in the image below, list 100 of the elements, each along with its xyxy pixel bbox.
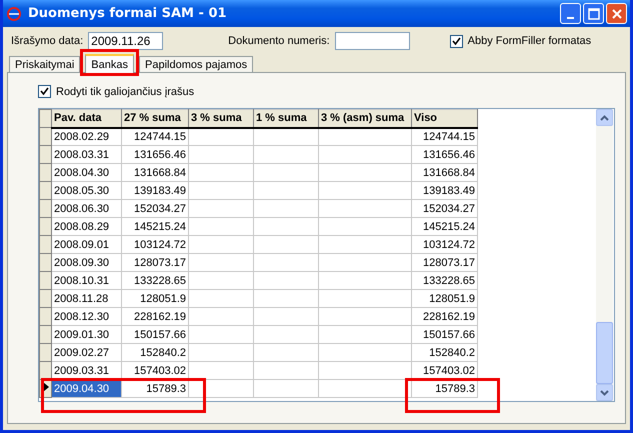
tab[interactable]: Bankas	[85, 54, 134, 73]
table-cell	[254, 344, 318, 362]
table-cell: 15789.3	[412, 380, 478, 398]
table-cell: 228162.19	[412, 308, 478, 326]
column-header[interactable]: 1 % suma	[254, 110, 318, 128]
table-cell: 2009.02.27	[52, 344, 122, 362]
tab[interactable]: Priskaitymai	[9, 56, 80, 72]
table-cell	[188, 200, 254, 218]
table-cell: 2008.11.28	[52, 290, 122, 308]
table-cell	[254, 254, 318, 272]
column-header[interactable]: 27 % suma	[122, 110, 188, 128]
checkbox[interactable]	[38, 85, 51, 98]
table-cell	[188, 272, 254, 290]
scroll-thumb[interactable]	[596, 322, 613, 384]
close-icon	[610, 8, 622, 20]
checkbox-label: Rodyti tik galiojančius įrašus	[56, 86, 194, 98]
tab[interactable]: Papildomos pajamos	[139, 56, 254, 72]
table-cell	[188, 236, 254, 254]
checkbox-label: Abby FormFiller formatas	[468, 35, 592, 47]
table-cell: 128073.17	[122, 254, 188, 272]
table-cell: 152034.27	[122, 200, 188, 218]
table-cell: 139183.49	[412, 182, 478, 200]
table-cell: 103124.72	[122, 236, 188, 254]
table-cell: 133228.65	[122, 272, 188, 290]
table-cell: 2008.03.31	[52, 146, 122, 164]
table-cell: 128051.9	[122, 290, 188, 308]
table-cell	[254, 272, 318, 290]
document-number-field[interactable]	[334, 32, 410, 50]
table-cell	[188, 308, 254, 326]
table-cell	[188, 164, 254, 182]
table-cell	[254, 290, 318, 308]
table-cell: 131656.46	[412, 146, 478, 164]
table-cell: 2008.12.30	[52, 308, 122, 326]
table-cell	[188, 146, 254, 164]
table-cell	[254, 218, 318, 236]
table-cell: 145215.24	[412, 218, 478, 236]
date-label: Išrašymo data:	[11, 35, 84, 47]
scroll-up-button[interactable]	[596, 109, 613, 126]
table-cell: 150157.66	[412, 326, 478, 344]
table-cell: 150157.66	[122, 326, 188, 344]
table-cell: 124744.15	[412, 128, 478, 146]
table-cell	[188, 218, 254, 236]
app-icon	[6, 6, 22, 22]
table-cell	[188, 326, 254, 344]
table-cell	[254, 128, 318, 146]
column-header[interactable]: Pav. data	[52, 110, 122, 128]
table-cell: 128073.17	[412, 254, 478, 272]
table-cell	[254, 146, 318, 164]
table-cell: 2008.09.01	[52, 236, 122, 254]
table-cell: 131668.84	[412, 164, 478, 182]
table-cell: 228162.19	[122, 308, 188, 326]
table-cell: 152034.27	[412, 200, 478, 218]
column-header[interactable]: 3 % suma	[188, 110, 254, 128]
table-cell: 2008.08.29	[52, 218, 122, 236]
table-cell: 139183.49	[122, 182, 188, 200]
table-cell: 124744.15	[122, 128, 188, 146]
window-title: Duomenys formai SAM - 01	[28, 6, 228, 21]
table-cell	[254, 326, 318, 344]
scroll-down-button[interactable]	[596, 384, 613, 401]
table-cell	[254, 308, 318, 326]
close-button[interactable]	[606, 3, 627, 24]
table-cell: 2008.09.30	[52, 254, 122, 272]
table-cell	[188, 128, 254, 146]
table-cell: 2008.04.30	[52, 164, 122, 182]
table-cell	[188, 380, 254, 398]
row-header	[40, 110, 52, 128]
table-cell: 152840.2	[412, 344, 478, 362]
table-cell: 133228.65	[412, 272, 478, 290]
maximize-icon	[588, 8, 600, 20]
table-cell: 2009.03.31	[52, 362, 122, 380]
table-cell	[188, 254, 254, 272]
table-cell: 131656.46	[122, 146, 188, 164]
maximize-button[interactable]	[583, 3, 604, 24]
table-cell: 103124.72	[412, 236, 478, 254]
document-number-label: Dokumento numeris:	[228, 35, 330, 47]
table-cell: 145215.24	[122, 218, 188, 236]
current-row-icon	[42, 382, 48, 392]
checkbox[interactable]	[450, 34, 463, 48]
column-header[interactable]: 3 % (asm) suma	[318, 110, 412, 128]
table-cell	[254, 200, 318, 218]
date-field[interactable]: 2009.11.26	[88, 32, 164, 50]
table-cell	[254, 236, 318, 254]
table-cell: 2008.05.30	[52, 182, 122, 200]
table-cell: 2008.10.31	[52, 272, 122, 290]
column-header[interactable]: Viso	[412, 110, 478, 128]
table-cell: 128051.9	[412, 290, 478, 308]
table-cell	[188, 182, 254, 200]
table-cell: 2008.02.29	[52, 128, 122, 146]
table-cell: 131668.84	[122, 164, 188, 182]
scrollbar[interactable]	[596, 109, 613, 401]
minimize-button[interactable]	[560, 3, 581, 24]
table-cell	[254, 362, 318, 380]
table-cell	[188, 344, 254, 362]
table-cell: 15789.3	[122, 380, 188, 398]
table-cell: 2008.06.30	[52, 200, 122, 218]
table-cell	[254, 182, 318, 200]
table-cell: 2009.01.30	[52, 326, 122, 344]
table-cell	[188, 290, 254, 308]
table-cell	[254, 380, 318, 398]
table-cell: 152840.2	[122, 344, 188, 362]
